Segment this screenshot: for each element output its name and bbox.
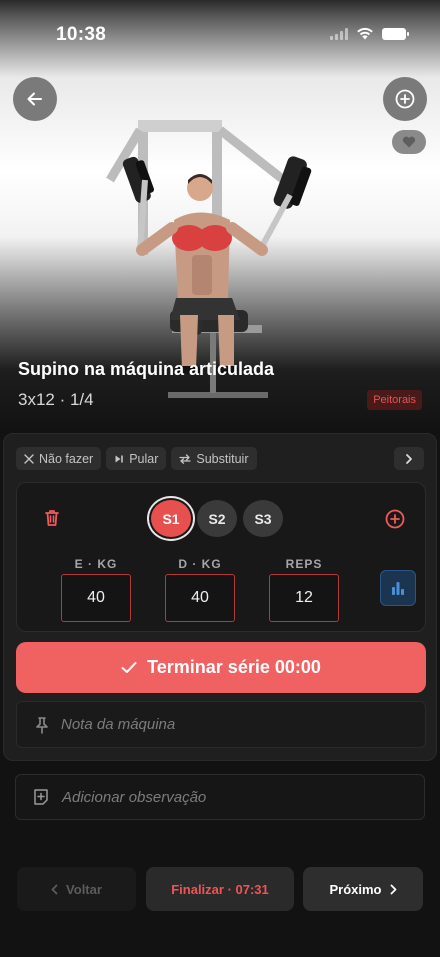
reps-input[interactable]: 12 (269, 574, 339, 622)
set-pill-2[interactable]: S2 (197, 500, 237, 537)
set-card: S1 S2 S3 E · KG 40 D · KG 40 REPS 12 (16, 482, 426, 632)
plus-circle-icon (385, 509, 405, 529)
skip-exercise-chip[interactable]: Não fazer (16, 447, 102, 470)
finish-workout-label: Finalizar · 07:31 (171, 881, 269, 897)
left-weight-label: E · KG (74, 557, 118, 571)
battery-icon (382, 27, 409, 40)
signal-icon (330, 27, 348, 40)
next-button[interactable]: Próximo (303, 867, 423, 911)
finish-set-button[interactable]: Terminar série 00:00 (16, 642, 426, 693)
jump-chip[interactable]: Pular (106, 447, 167, 470)
chevron-right-icon (390, 884, 396, 894)
status-bar: 10:38 (0, 0, 440, 70)
substitute-chip[interactable]: Substituir (171, 447, 257, 470)
delete-set-button[interactable] (43, 508, 61, 528)
next-label: Próximo (329, 881, 382, 897)
trash-icon (45, 510, 59, 526)
exercise-hero: 10:38 Supino na máquina articulada 3x12 … (0, 0, 440, 430)
reps-label: REPS (285, 557, 323, 571)
skip-exercise-label: Não fazer (39, 451, 94, 466)
heart-icon (402, 136, 416, 148)
machine-note-input[interactable]: Nota da máquina (16, 701, 426, 748)
right-weight-input[interactable]: 40 (165, 574, 235, 622)
machine-note-placeholder: Nota da máquina (61, 716, 176, 733)
exercise-title: Supino na máquina articulada (18, 359, 275, 379)
finish-workout-button[interactable]: Finalizar · 07:31 (146, 867, 294, 911)
chevron-right-icon (406, 453, 412, 464)
add-observation-input[interactable]: Adicionar observação (15, 774, 425, 820)
exercise-meta: 3x12 · 1/4 (18, 390, 94, 409)
previous-button[interactable]: Voltar (17, 867, 136, 911)
bar-chart-icon (392, 582, 404, 595)
status-time: 10:38 (56, 24, 107, 45)
skip-forward-icon (115, 455, 124, 462)
action-chips: Não fazer Pular Substituir (16, 447, 257, 470)
substitute-label: Substituir (196, 451, 249, 466)
arrow-left-icon (27, 92, 42, 106)
wifi-icon (357, 27, 373, 40)
back-button[interactable] (13, 77, 57, 121)
more-actions-button[interactable] (394, 447, 424, 470)
set-panel: Não fazer Pular Substituir S1 S2 S3 E · … (3, 433, 437, 761)
finish-set-label: Terminar série 00:00 (147, 657, 321, 677)
previous-label: Voltar (66, 881, 102, 897)
chevron-left-icon (51, 884, 58, 894)
pin-icon (36, 716, 48, 734)
check-icon (121, 662, 137, 673)
set-pill-3[interactable]: S3 (243, 500, 283, 537)
plus-circle-icon (395, 89, 415, 109)
set-pill-1[interactable]: S1 (151, 500, 191, 537)
add-observation-placeholder: Adicionar observação (62, 788, 207, 806)
add-set-button[interactable] (384, 508, 406, 530)
note-add-icon (34, 789, 48, 805)
muscle-badge: Peitorais (367, 390, 422, 410)
status-icons (330, 27, 409, 40)
stats-button[interactable] (380, 570, 416, 606)
x-icon (24, 453, 34, 464)
add-exercise-button[interactable] (383, 77, 427, 121)
swap-icon (179, 453, 192, 464)
right-weight-label: D · KG (178, 557, 222, 571)
jump-label: Pular (129, 451, 159, 466)
left-weight-input[interactable]: 40 (61, 574, 131, 622)
set-selector: S1 S2 S3 (151, 500, 283, 537)
favorite-button[interactable] (392, 130, 426, 154)
